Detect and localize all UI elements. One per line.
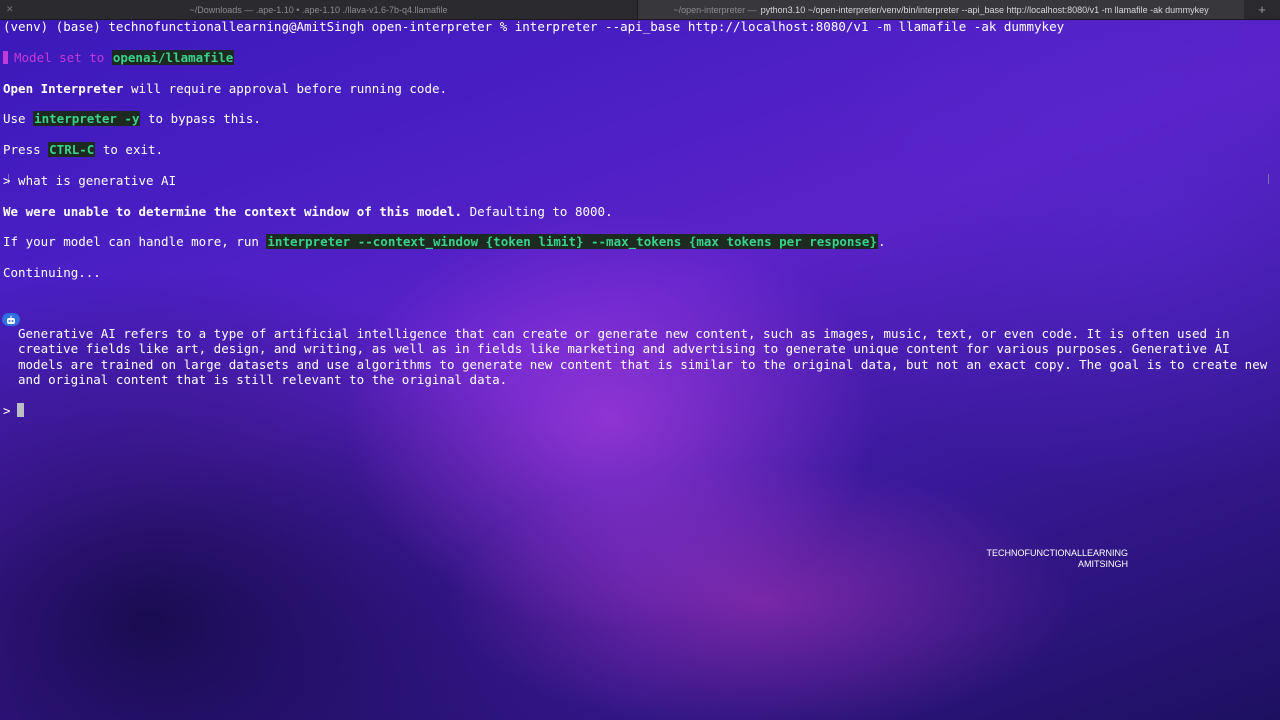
approval-line: Open Interpreter will require approval b… bbox=[3, 81, 447, 96]
tab-title: ~/Downloads — .ape-1.10 • .ape-1.10 ./ll… bbox=[189, 4, 448, 15]
scroll-marker-right bbox=[1268, 174, 1269, 184]
robot-icon-glyph bbox=[7, 315, 15, 324]
text-cursor bbox=[16, 403, 24, 417]
new-tab-button[interactable]: + bbox=[1244, 0, 1280, 19]
bypass-line: Use interpreter -y to bypass this. bbox=[3, 111, 261, 126]
handle-suffix: . bbox=[877, 234, 886, 249]
handle-more-line: If your model can handle more, run inter… bbox=[3, 234, 886, 249]
context-rest: Defaulting to 8000. bbox=[462, 204, 613, 219]
bypass-code: interpreter -y bbox=[33, 111, 141, 126]
exit-suffix: to exit. bbox=[95, 142, 164, 157]
watermark-line-1: TECHNOFUNCTIONALLEARNING bbox=[986, 548, 1128, 558]
tab-open-interpreter[interactable]: ~/open-interpreter — python3.10 ~/open-i… bbox=[638, 0, 1244, 19]
tab-prefix: ~/open-interpreter — bbox=[673, 4, 757, 15]
user-query-line: > what is generative AI bbox=[3, 173, 177, 188]
terminal-output[interactable]: (venv) (base) technofunctionallearning@A… bbox=[3, 19, 1268, 418]
robot-icon bbox=[2, 313, 20, 326]
approval-bold: Open Interpreter bbox=[3, 81, 124, 96]
context-bold: We were unable to determine the context … bbox=[3, 204, 463, 219]
model-label: Model set to bbox=[14, 50, 112, 65]
context-window-line: We were unable to determine the context … bbox=[3, 204, 613, 219]
model-marker bbox=[3, 51, 8, 64]
input-prompt-line[interactable]: > bbox=[3, 403, 24, 418]
handle-prefix: If your model can handle more, run bbox=[3, 234, 267, 249]
exit-prefix: Press bbox=[3, 142, 49, 157]
bypass-prefix: Use bbox=[3, 111, 34, 126]
tab-downloads[interactable]: ✕ ~/Downloads — .ape-1.10 • .ape-1.10 ./… bbox=[0, 0, 638, 19]
bypass-suffix: to bypass this. bbox=[140, 111, 261, 126]
approval-rest: will require approval before running cod… bbox=[123, 81, 448, 96]
watermark: TECHNOFUNCTIONALLEARNING AMITSINGH bbox=[960, 548, 1128, 570]
exit-line: Press CTRL-C to exit. bbox=[3, 142, 163, 157]
handle-code: interpreter --context_window {token limi… bbox=[266, 234, 878, 249]
model-value: openai/llamafile bbox=[111, 50, 235, 65]
assistant-response: Generative AI refers to a type of artifi… bbox=[18, 326, 1275, 388]
tab-title: python3.10 ~/open-interpreter/venv/bin/i… bbox=[760, 4, 1209, 15]
shell-prompt-line: (venv) (base) technofunctionallearning@A… bbox=[3, 19, 1065, 34]
input-prompt: > bbox=[3, 403, 11, 418]
close-icon[interactable]: ✕ bbox=[6, 4, 14, 15]
exit-code: CTRL-C bbox=[48, 142, 96, 157]
continuing-line: Continuing... bbox=[3, 265, 101, 280]
watermark-line-2: AMITSINGH bbox=[1077, 559, 1128, 569]
model-line: Model set to openai/llamafile bbox=[3, 50, 235, 65]
tab-bar: ✕ ~/Downloads — .ape-1.10 • .ape-1.10 ./… bbox=[0, 0, 1280, 20]
